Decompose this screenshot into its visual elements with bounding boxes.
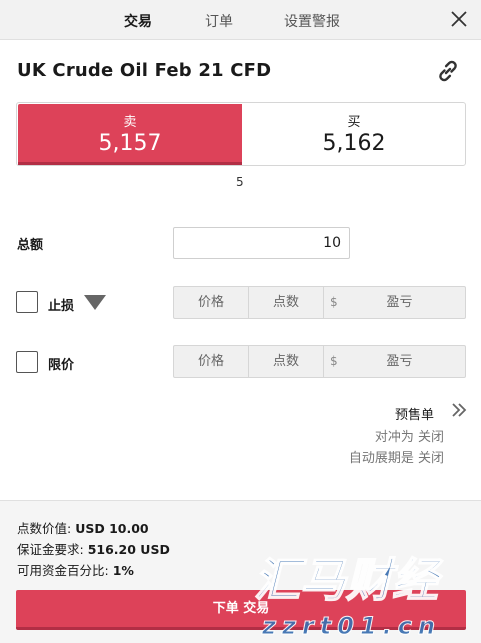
preorder-link[interactable]: 预售单 — [395, 404, 434, 423]
amount-label: 总额 — [17, 238, 44, 253]
spread-value: 5 — [236, 175, 244, 189]
available-funds-line: 可用资金百分比: 1% — [17, 560, 134, 579]
buy-button[interactable]: 买 5,162 — [242, 104, 466, 165]
limit-checkbox[interactable] — [16, 351, 38, 373]
point-value: USD 10.00 — [75, 521, 149, 536]
tab-alerts[interactable]: 设置警报 — [284, 11, 340, 31]
place-order-button[interactable]: 下单 交易 — [16, 590, 466, 630]
instrument-title: UK Crude Oil Feb 21 CFD — [17, 60, 272, 81]
available-funds-value: 1% — [112, 563, 134, 578]
hedge-status: 对冲为 关闭 — [374, 430, 444, 445]
limit-pl-field[interactable]: $ 盈亏 — [324, 346, 465, 377]
amount-input[interactable]: 10 — [173, 227, 350, 259]
limit-price-field[interactable]: 价格 — [174, 346, 249, 377]
available-funds-label: 可用资金百分比: — [17, 563, 109, 578]
limit-label: 限价 — [48, 358, 75, 373]
stop-loss-fields: 价格 点数 $ 盈亏 — [173, 286, 466, 319]
limit-points-field[interactable]: 点数 — [249, 346, 324, 377]
stop-loss-price-field[interactable]: 价格 — [174, 287, 249, 318]
margin-value: 516.20 USD — [87, 542, 170, 557]
sell-label: 卖 — [123, 115, 137, 130]
margin-label: 保证金要求: — [17, 542, 84, 557]
sell-price: 5,157 — [98, 131, 162, 156]
margin-line: 保证金要求: 516.20 USD — [17, 539, 170, 558]
buy-label: 买 — [347, 115, 361, 130]
tab-orders[interactable]: 订单 — [205, 11, 233, 31]
point-value-line: 点数价值: USD 10.00 — [17, 518, 149, 537]
pl-placeholder: 盈亏 — [386, 295, 413, 310]
stop-loss-points-field[interactable]: 点数 — [249, 287, 324, 318]
pl-placeholder: 盈亏 — [386, 354, 413, 369]
sell-button[interactable]: 卖 5,157 — [18, 104, 242, 165]
link-icon[interactable] — [434, 57, 462, 85]
stop-loss-pl-field[interactable]: $ 盈亏 — [324, 287, 465, 318]
close-icon[interactable] — [449, 9, 469, 29]
quote-box: 卖 5,157 买 5,162 — [16, 102, 466, 166]
point-value-label: 点数价值: — [17, 521, 72, 536]
tab-bar: 交易 订单 设置警报 — [0, 0, 481, 40]
rollover-status: 自动展期是 关闭 — [348, 451, 444, 466]
triangle-down-icon[interactable] — [84, 295, 106, 310]
limit-fields: 价格 点数 $ 盈亏 — [173, 345, 466, 378]
buy-price: 5,162 — [322, 131, 386, 156]
stop-loss-checkbox[interactable] — [16, 291, 38, 313]
stop-loss-label: 止损 — [48, 299, 75, 314]
double-chevron-right-icon[interactable] — [450, 402, 468, 418]
sell-button-shadow — [18, 162, 242, 165]
tab-trade[interactable]: 交易 — [124, 11, 152, 31]
